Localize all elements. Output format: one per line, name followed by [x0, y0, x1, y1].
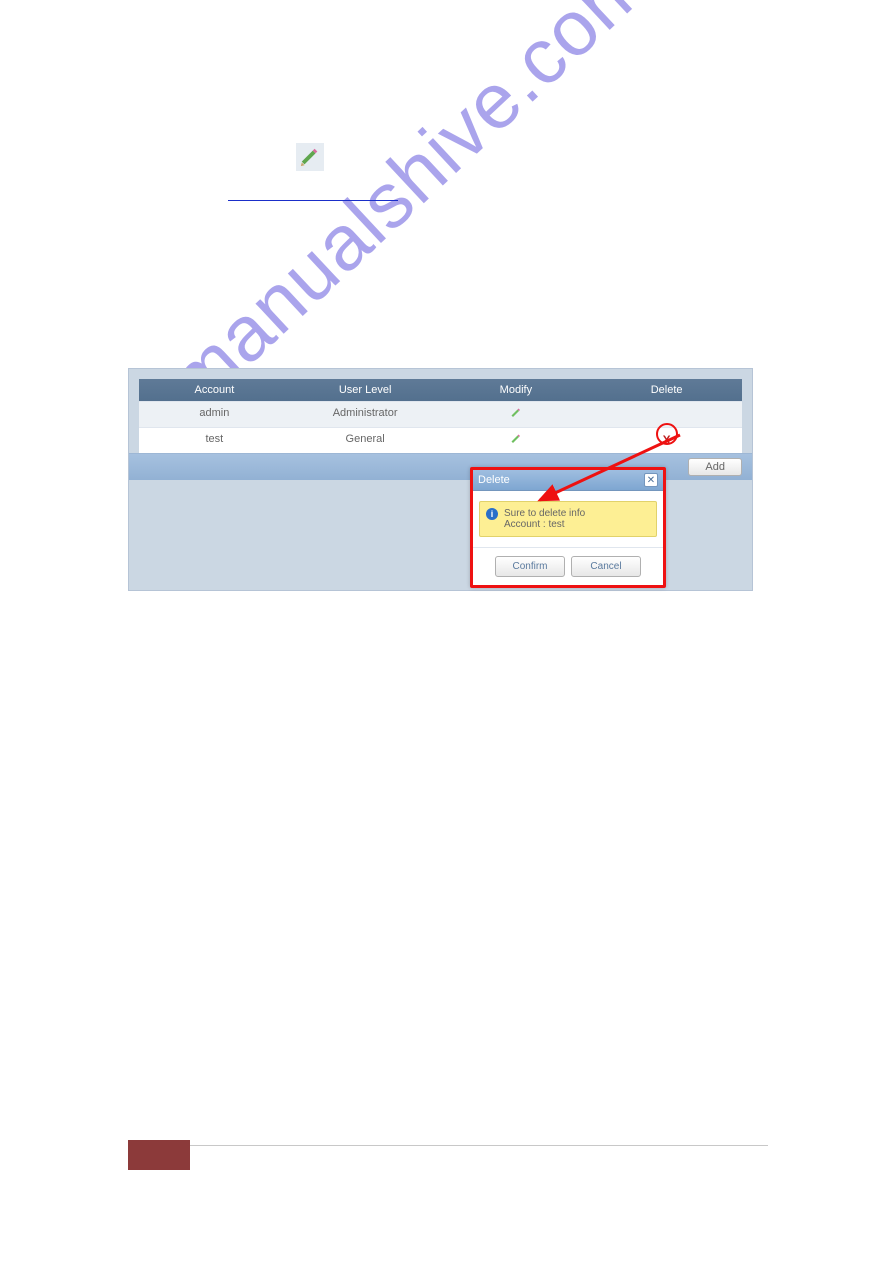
col-modify: Modify — [441, 379, 592, 401]
add-button[interactable]: Add — [688, 458, 742, 476]
cancel-button[interactable]: Cancel — [571, 556, 641, 577]
cell-account: admin — [139, 402, 290, 427]
col-userlevel: User Level — [290, 379, 441, 401]
dialog-line2: Account : test — [504, 519, 650, 530]
user-table: Account User Level Modify Delete admin A… — [139, 379, 742, 453]
pencil-icon — [510, 410, 522, 422]
cell-modify[interactable] — [441, 428, 592, 453]
col-delete: Delete — [591, 379, 742, 401]
dialog-message: i Sure to delete info Account : test — [479, 501, 657, 537]
close-icon[interactable]: ✕ — [644, 473, 658, 487]
cell-modify[interactable] — [441, 402, 592, 427]
delete-dialog: Delete ✕ i Sure to delete info Account :… — [470, 467, 666, 588]
cell-account: test — [139, 428, 290, 453]
cell-level: General — [290, 428, 441, 453]
underline — [228, 200, 398, 201]
pencil-icon — [296, 143, 324, 171]
watermark-text: manualshive.com — [150, 0, 667, 427]
cell-delete — [591, 402, 742, 427]
footer-rule — [128, 1145, 768, 1146]
col-account: Account — [139, 379, 290, 401]
delete-icon[interactable]: X — [660, 433, 674, 447]
table-row: test General X — [139, 427, 742, 453]
dialog-line1: Sure to delete info — [504, 508, 650, 519]
confirm-button[interactable]: Confirm — [495, 556, 565, 577]
table-header-row: Account User Level Modify Delete — [139, 379, 742, 401]
cell-level: Administrator — [290, 402, 441, 427]
page-number-box — [128, 1140, 190, 1170]
cell-delete[interactable]: X — [591, 428, 742, 453]
pencil-icon — [510, 436, 522, 448]
table-row: admin Administrator — [139, 401, 742, 427]
dialog-title-text: Delete — [478, 474, 644, 486]
dialog-titlebar: Delete ✕ — [473, 470, 663, 491]
info-icon: i — [486, 508, 498, 520]
